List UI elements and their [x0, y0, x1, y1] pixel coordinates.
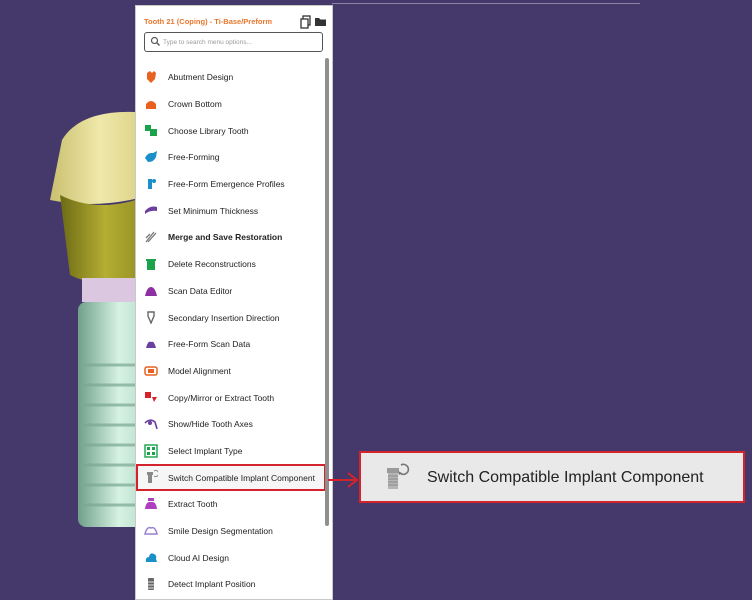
- menu-item[interactable]: Abutment Design: [136, 64, 326, 91]
- scrollbar[interactable]: [325, 58, 329, 526]
- crown-bottom-icon: [146, 100, 156, 109]
- switch-implant-icon: [387, 463, 410, 489]
- callout-arrow-icon: [328, 472, 359, 488]
- menu-item-label: Detect Implant Position: [168, 579, 256, 590]
- emergence-profile-icon: [148, 178, 156, 189]
- zoomed-callout: Switch Compatible Implant Component: [359, 451, 745, 503]
- top-divider: [332, 3, 640, 4]
- detect-implant-icon: [148, 578, 154, 591]
- menu-item[interactable]: Extract Tooth: [136, 491, 326, 518]
- menu-item-label: Smile Design Segmentation: [168, 526, 273, 537]
- menu-item-label: Model Alignment: [168, 365, 231, 376]
- menu-item[interactable]: Model Alignment: [136, 358, 326, 385]
- thickness-icon: [145, 206, 157, 215]
- model-alignment-icon: [144, 365, 158, 376]
- free-forming-icon: [145, 151, 157, 163]
- menu-item-label: Crown Bottom: [168, 99, 222, 110]
- trash-icon: [146, 258, 156, 270]
- abutment-icon: [147, 71, 156, 83]
- menu-item[interactable]: Free-Forming: [136, 144, 326, 171]
- panel-header: Tooth 21 (Coping) - Ti-Base/Preform: [144, 15, 326, 31]
- copy-icon[interactable]: [299, 15, 313, 29]
- menu-item-label: Cloud AI Design: [168, 552, 229, 563]
- menu-item-label: Copy/Mirror or Extract Tooth: [168, 392, 275, 403]
- search-icon: [150, 36, 160, 46]
- menu-item[interactable]: Merge and Save Restoration: [136, 224, 326, 251]
- menu-item[interactable]: Set Minimum Thickness: [136, 197, 326, 224]
- menu-item-label: Secondary Insertion Direction: [168, 312, 280, 323]
- merge-save-icon: [145, 231, 157, 243]
- menu-item-label: Scan Data Editor: [168, 285, 233, 296]
- library-tooth-icon: [145, 125, 157, 137]
- menu-item-label: Abutment Design: [168, 72, 234, 83]
- menu-item-label: Free-Form Scan Data: [168, 339, 251, 350]
- menu-panel: Tooth 21 (Coping) - Ti-Base/Preform Abut…: [135, 5, 333, 600]
- menu-item-label: Free-Forming: [168, 152, 220, 163]
- menu-item-label: Show/Hide Tooth Axes: [168, 419, 253, 430]
- panel-title: Tooth 21 (Coping) - Ti-Base/Preform: [144, 17, 273, 26]
- search-input[interactable]: [163, 35, 313, 49]
- menu-item-label: Free-Form Emergence Profiles: [168, 179, 285, 190]
- menu-item-label: Select Implant Type: [168, 445, 243, 456]
- menu-item[interactable]: Select Implant Type: [136, 438, 326, 465]
- zoomed-label: Switch Compatible Implant Component: [427, 469, 704, 486]
- folder-icon[interactable]: [314, 15, 328, 29]
- insertion-direction-icon: [147, 311, 155, 325]
- scan-editor-icon: [145, 286, 157, 296]
- menu-item[interactable]: Cloud AI Design: [136, 544, 326, 571]
- menu-item-label: Set Minimum Thickness: [168, 205, 259, 216]
- free-form-scan-icon: [146, 341, 156, 348]
- menu-item-label: Delete Reconstructions: [168, 259, 256, 270]
- menu-list: Abutment Design Crown Bottom Choose Librar…: [136, 64, 326, 598]
- menu-item[interactable]: Choose Library Tooth: [136, 117, 326, 144]
- menu-item[interactable]: Delete Reconstructions: [136, 251, 326, 278]
- menu-item-label: Merge and Save Restoration: [168, 232, 283, 243]
- menu-item-label: Choose Library Tooth: [168, 125, 249, 136]
- implant-type-icon: [144, 443, 158, 458]
- menu-item[interactable]: Copy/Mirror or Extract Tooth: [136, 384, 326, 411]
- menu-item[interactable]: Crown Bottom: [136, 91, 326, 118]
- menu-item-label: Extract Tooth: [168, 499, 218, 510]
- menu-item[interactable]: Show/Hide Tooth Axes: [136, 411, 326, 438]
- menu-item[interactable]: Detect Implant Position: [136, 571, 326, 598]
- menu-item[interactable]: Smile Design Segmentation: [136, 518, 326, 545]
- menu-item[interactable]: Secondary Insertion Direction: [136, 304, 326, 331]
- menu-item[interactable]: Free-Form Scan Data: [136, 331, 326, 358]
- tooth-axes-icon: [144, 419, 158, 430]
- cloud-ai-icon: [145, 553, 157, 563]
- switch-implant-icon: [147, 470, 158, 484]
- copy-mirror-icon: [145, 392, 157, 403]
- search-box[interactable]: [144, 32, 323, 52]
- menu-item[interactable]: Switch Compatible Implant Component: [136, 464, 326, 491]
- menu-item-label: Switch Compatible Implant Component: [168, 472, 315, 483]
- menu-item[interactable]: Free-Form Emergence Profiles: [136, 171, 326, 198]
- smile-design-icon: [144, 526, 158, 535]
- extract-tooth-icon: [145, 498, 157, 509]
- menu-item[interactable]: Scan Data Editor: [136, 278, 326, 305]
